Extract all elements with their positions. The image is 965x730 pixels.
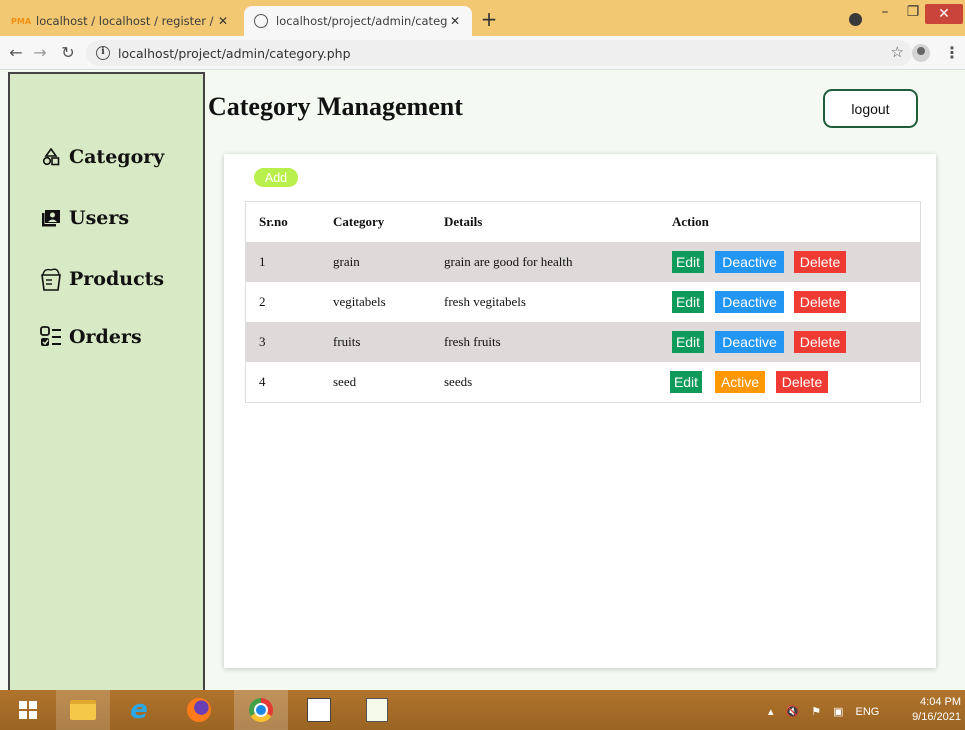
activate-button[interactable]: Active [715,371,765,393]
table-row: 3 fruits fresh fruits Edit Deactive Dele… [246,322,920,362]
taskbar-app[interactable] [350,690,404,730]
edit-button[interactable]: Edit [672,251,704,273]
language-indicator[interactable]: ENG [856,706,880,718]
cell-category: seed [333,374,357,389]
reload-icon[interactable]: ↻ [58,43,78,63]
windows-icon [19,701,37,719]
cell-srno: 4 [259,374,266,389]
globe-icon [254,14,268,28]
browser-toolbar: ← → ↻ i localhost/project/admin/category… [0,36,965,70]
column-header-details: Details [444,214,483,229]
logout-button[interactable]: logout [823,89,918,128]
edit-button[interactable]: Edit [672,331,704,353]
internet-explorer-icon: e [130,695,148,725]
system-tray: ▴ 🔇 ⚑ ▣ ENG [768,705,880,719]
app-icon [307,698,331,722]
deactivate-button[interactable]: Deactive [715,251,784,273]
add-category-button[interactable]: Add [254,168,298,187]
category-icon [38,148,64,166]
taskbar-app[interactable] [292,690,346,730]
table-row: 1 grain grain are good for health Edit D… [246,242,920,282]
new-tab-button[interactable]: + [478,9,500,31]
flag-icon[interactable]: ⚑ [811,705,821,718]
column-header-category: Category [333,214,385,229]
deactivate-button[interactable]: Deactive [715,291,784,313]
minimize-button[interactable]: – [875,4,895,24]
folder-icon [70,700,96,720]
browser-tab-phpmyadmin[interactable]: PMA localhost / localhost / register / s… [4,6,240,36]
delete-button[interactable]: Delete [794,331,846,353]
deactivate-button[interactable]: Deactive [715,331,784,353]
table-header-row: Sr.no Category Details Action [246,202,920,242]
sidebar-item-label: Category [69,146,165,168]
close-icon[interactable]: ✕ [448,14,462,28]
cell-category: grain [333,254,360,269]
info-icon[interactable]: i [96,46,110,60]
table-row: 2 vegitabels fresh vegitabels Edit Deact… [246,282,920,322]
chevron-up-icon[interactable]: ▴ [768,705,774,718]
sidebar-item-products[interactable]: Products [38,266,164,292]
cell-details: fresh fruits [444,334,501,349]
column-header-srno: Sr.no [259,214,288,229]
sidebar-item-label: Orders [69,326,142,348]
browser-tab-strip: PMA localhost / localhost / register / s… [0,0,965,36]
taskbar-chrome[interactable] [234,690,288,730]
column-header-action: Action [672,214,709,229]
products-icon [38,266,64,292]
cell-details: grain are good for health [444,254,573,269]
tab-title: localhost/project/admin/category [276,14,448,28]
taskbar-firefox[interactable] [176,690,222,730]
cell-category: fruits [333,334,361,349]
edit-button[interactable]: Edit [670,371,702,393]
cell-details: fresh vegitabels [444,294,526,309]
category-table: Sr.no Category Details Action 1 grain gr… [245,201,921,403]
forward-icon[interactable]: → [30,43,50,63]
firefox-icon [187,698,211,722]
table-row: 4 seed seeds Edit Active Delete [246,362,920,402]
cell-srno: 3 [259,334,266,349]
edit-button[interactable]: Edit [672,291,704,313]
taskbar-internet-explorer[interactable]: e [116,690,162,730]
cell-srno: 2 [259,294,266,309]
delete-button[interactable]: Delete [794,251,846,273]
profile-icon[interactable] [912,44,930,62]
cell-details: seeds [444,374,473,389]
tab-title: localhost / localhost / register / s [36,14,216,28]
browser-menu-icon[interactable]: ⋮ [944,43,960,62]
taskbar-clock[interactable]: 4:04 PM 9/16/2021 [905,695,961,725]
cell-srno: 1 [259,254,266,269]
clock-time: 4:04 PM [920,696,961,708]
sidebar-item-orders[interactable]: Orders [38,326,142,348]
sidebar-item-label: Products [69,268,165,290]
category-card: Add Sr.no Category Details Action 1 grai… [224,154,936,668]
orders-icon [38,326,64,348]
phpmyadmin-icon: PMA [11,16,32,26]
browser-tab-category[interactable]: localhost/project/admin/category ✕ [244,6,472,36]
bookmark-star-icon[interactable]: ☆ [891,43,904,61]
window-close-button[interactable]: ✕ [925,4,963,24]
cell-category: vegitabels [333,294,386,309]
extension-icon[interactable] [849,13,862,26]
users-icon [38,209,64,227]
clock-date: 9/16/2021 [912,711,961,723]
delete-button[interactable]: Delete [794,291,846,313]
network-icon[interactable]: ▣ [833,705,843,718]
taskbar-file-explorer[interactable] [56,690,110,730]
url-text: localhost/project/admin/category.php [118,45,351,61]
address-bar[interactable]: i localhost/project/admin/category.php ☆ [86,40,912,66]
chrome-icon [249,698,273,722]
sidebar-item-label: Users [69,207,130,229]
sidebar: Category Users Products Orders [8,72,205,690]
delete-button[interactable]: Delete [776,371,828,393]
start-button[interactable] [8,690,48,730]
back-icon[interactable]: ← [6,43,26,63]
app-icon [366,698,388,722]
maximize-button[interactable]: ❐ [903,4,923,24]
sidebar-item-users[interactable]: Users [38,207,129,229]
volume-muted-icon[interactable]: 🔇 [786,705,800,718]
page-title: Category Management [208,92,463,121]
sidebar-item-category[interactable]: Category [38,146,164,168]
close-icon[interactable]: ✕ [216,14,230,28]
